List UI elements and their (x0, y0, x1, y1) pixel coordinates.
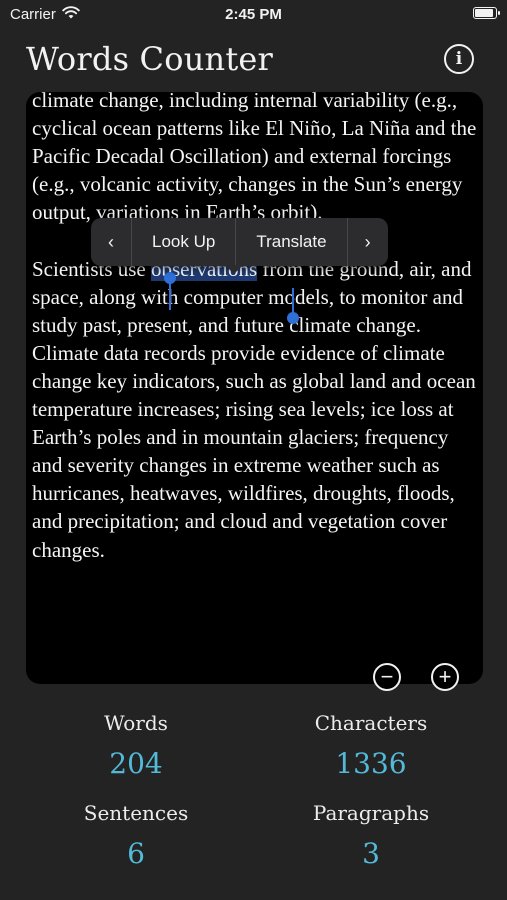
selection-end-knob[interactable] (287, 312, 299, 324)
selection-start-knob[interactable] (164, 272, 176, 284)
stat-value: 204 (109, 747, 163, 780)
selection-start-handle[interactable] (169, 282, 171, 310)
stat-value: 3 (362, 837, 380, 870)
selection-end-handle[interactable] (292, 288, 294, 314)
status-bar: Carrier 2:45 PM (0, 0, 507, 30)
plus-circle-icon: + (438, 664, 452, 689)
edit-context-menu: ‹ Look Up Translate › (91, 218, 388, 274)
chevron-left-icon: ‹ (108, 231, 114, 252)
status-time: 2:45 PM (225, 6, 282, 23)
stat-value: 6 (127, 837, 145, 870)
stat-label: Paragraphs (312, 801, 430, 825)
stat-label: Words (104, 711, 168, 735)
stat-label: Sentences (83, 801, 189, 825)
page-title: Words Counter (26, 40, 274, 78)
battery-fill (475, 9, 493, 17)
editor-text[interactable]: climate change, including internal varia… (32, 92, 478, 564)
editor-text-after: from the ground, air, and space, along w… (32, 256, 482, 562)
text-editor[interactable]: climate change, including internal varia… (26, 92, 483, 684)
info-icon[interactable]: i (444, 44, 474, 74)
battery-icon (473, 7, 500, 19)
zoom-in-button[interactable]: + (431, 663, 459, 691)
stat-paragraphs: Paragraphs 3 (271, 801, 471, 870)
stat-value: 1336 (335, 747, 407, 780)
info-icon-glyph: i (455, 49, 463, 69)
minus-circle-icon: − (380, 664, 394, 689)
menu-item-translate[interactable]: Translate (236, 218, 346, 266)
menu-item-look-up[interactable]: Look Up (132, 218, 235, 266)
stat-sentences: Sentences 6 (36, 801, 236, 870)
stat-characters: Characters 1336 (271, 711, 471, 780)
menu-pointer (225, 265, 243, 274)
stat-label: Characters (314, 711, 428, 735)
stat-words: Words 204 (36, 711, 236, 780)
zoom-out-button[interactable]: − (373, 663, 401, 691)
menu-prev-button[interactable]: ‹ (91, 218, 131, 266)
chevron-right-icon: › (364, 231, 371, 252)
menu-next-button[interactable]: › (348, 218, 388, 266)
